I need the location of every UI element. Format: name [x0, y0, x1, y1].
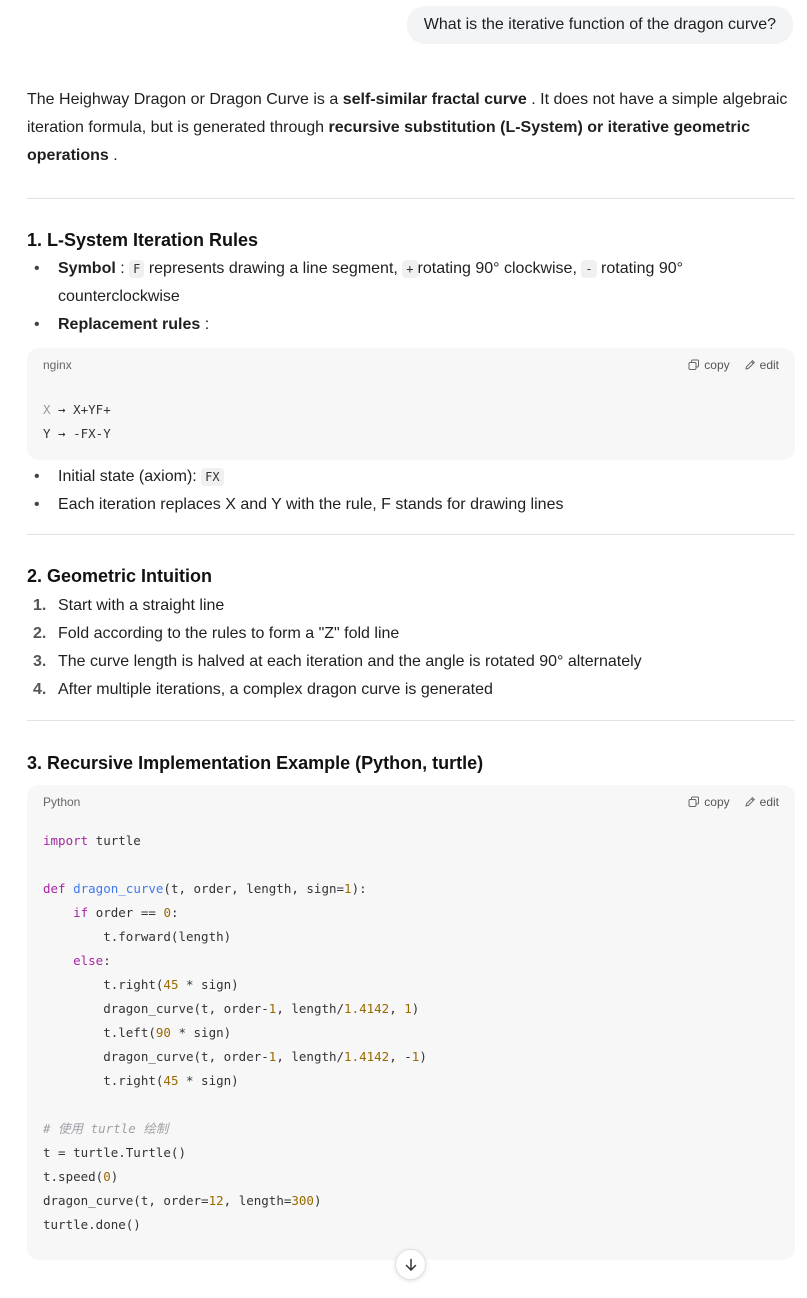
list-number: 4. — [33, 681, 47, 698]
divider — [27, 534, 795, 535]
geometric-steps-list: 1. Start with a straight line 2. Fold acco… — [27, 592, 795, 704]
axiom-bullet-list: Initial state (axiom): FX Each iteration… — [27, 463, 795, 519]
list-text: The curve length is halved at each itera… — [58, 653, 642, 670]
list-text: Fold according to the rules to form a "Z… — [58, 625, 400, 642]
list-item: 3. The curve length is halved at each ite… — [27, 648, 795, 676]
copy-label: copy — [704, 358, 730, 372]
list-number: 3. — [33, 653, 47, 670]
list-item: Each iteration replaces X and Y with the… — [27, 491, 795, 519]
code-block-nginx: nginx copy edit X → X+YF+ Y → -FX-Y — [27, 348, 795, 460]
edit-icon — [744, 796, 755, 807]
list-text: Start with a straight line — [58, 597, 225, 614]
code-comment: # 使用 turtle 绘制 — [43, 1121, 169, 1136]
list-text: After multiple iterations, a complex dra… — [58, 681, 493, 698]
edit-icon — [744, 359, 755, 370]
copy-button[interactable]: copy — [688, 795, 730, 809]
code-block-header: Python copy edit — [27, 785, 795, 819]
assistant-response: The Heighway Dragon or Dragon Curve is a… — [27, 86, 795, 1260]
intro-paragraph: The Heighway Dragon or Dragon Curve is a… — [27, 86, 795, 170]
code-content: X → X+YF+ Y → -FX-Y — [27, 382, 795, 460]
list-number: 1. — [33, 597, 47, 614]
colon: : — [200, 316, 210, 333]
section-2-title: 2. Geometric Intuition — [27, 566, 213, 586]
inline-code: F — [129, 260, 145, 278]
intro-text: . — [108, 147, 118, 164]
copy-label: copy — [704, 795, 730, 809]
code-actions: copy edit — [688, 795, 779, 809]
rules-label: Replacement rules — [58, 316, 201, 333]
list-text: Each iteration replaces X and Y with the… — [58, 496, 564, 513]
code-language-label: Python — [43, 795, 81, 809]
inline-code: FX — [201, 468, 224, 486]
edit-label: edit — [759, 795, 779, 809]
section-3-title: 3. Recursive Implementation Example (Pyt… — [27, 753, 484, 773]
scroll-to-bottom-button[interactable] — [395, 1249, 426, 1280]
code-block-header: nginx copy edit — [27, 348, 795, 382]
list-item: 1. Start with a straight line — [27, 592, 795, 620]
code-block-python: Python copy edit import turtle def drago… — [27, 785, 795, 1260]
list-item: Symbol : F represents drawing a line seg… — [27, 255, 795, 311]
divider — [27, 198, 795, 199]
inline-code: + — [402, 260, 418, 278]
code-token: → X+YF+ — [50, 402, 111, 417]
edit-button[interactable]: edit — [744, 358, 779, 372]
divider — [27, 720, 795, 721]
colon: : — [115, 260, 130, 277]
copy-button[interactable]: copy — [688, 358, 730, 372]
python-code-content: import turtle def dragon_curve(t, order,… — [43, 833, 427, 1232]
list-text: rotating 90° clockwise, — [417, 260, 582, 277]
user-message-text: What is the iterative function of the dr… — [423, 16, 776, 33]
edit-button[interactable]: edit — [744, 795, 779, 809]
list-item: 4. After multiple iterations, a complex d… — [27, 676, 795, 704]
edit-label: edit — [759, 358, 779, 372]
lsystem-bullet-list: Symbol : F represents drawing a line seg… — [27, 255, 795, 339]
list-text: represents drawing a line segment, — [144, 260, 403, 277]
user-message-bubble: What is the iterative function of the dr… — [406, 6, 793, 44]
copy-icon — [688, 359, 700, 370]
code-token: X — [43, 402, 51, 417]
code-actions: copy edit — [688, 358, 779, 372]
copy-icon — [688, 796, 700, 807]
intro-text: The Heighway Dragon or Dragon Curve is a — [27, 91, 343, 108]
list-number: 2. — [33, 625, 47, 642]
list-text: Initial state (axiom): — [58, 468, 202, 485]
arrow-down-icon — [405, 1258, 416, 1271]
code-language-label: nginx — [43, 358, 72, 372]
list-item: Initial state (axiom): FX — [27, 463, 795, 491]
symbol-label: Symbol — [58, 260, 116, 277]
inline-code: - — [581, 260, 597, 278]
list-item: Replacement rules : — [27, 311, 795, 339]
section-1-title: 1. L-System Iteration Rules — [27, 230, 259, 250]
list-item: 2. Fold according to the rules to form a … — [27, 620, 795, 648]
intro-bold: self-similar fractal curve — [342, 91, 527, 108]
code-line: Y → -FX-Y — [43, 426, 111, 441]
